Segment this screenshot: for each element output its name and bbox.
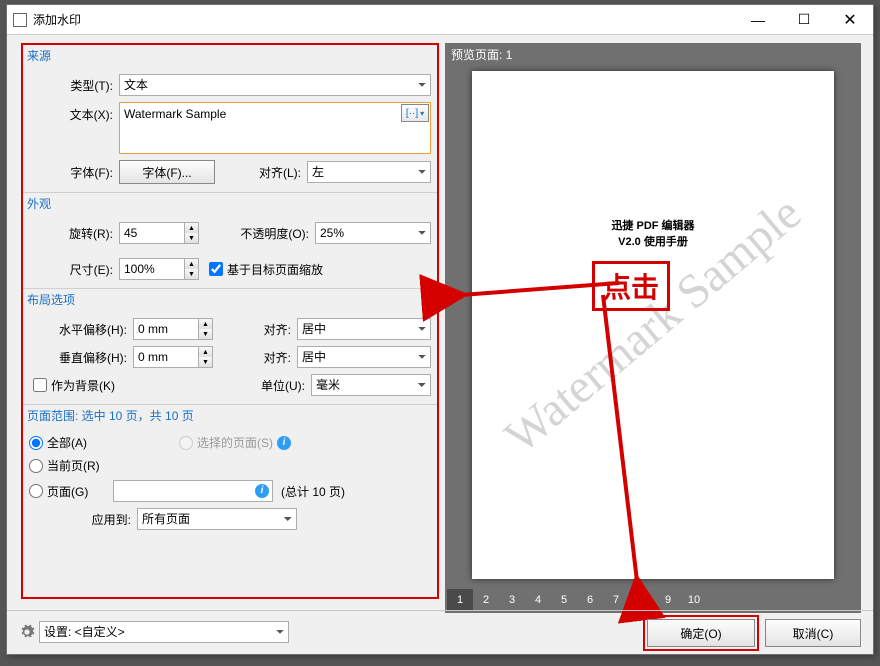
- rotate-spinner[interactable]: ▲▼: [119, 222, 199, 244]
- font-label: 字体(F):: [29, 164, 113, 181]
- cancel-button[interactable]: 取消(C): [765, 619, 861, 647]
- dialog-window: 添加水印 — ☐ ✕ 来源 类型(T): 文本 文本(X): Watermark…: [6, 4, 874, 655]
- app-icon: [13, 13, 27, 27]
- maximize-button[interactable]: ☐: [781, 5, 827, 35]
- page-tab[interactable]: 3: [499, 589, 525, 611]
- rotate-down[interactable]: ▼: [184, 233, 198, 243]
- scale-relative-checkbox[interactable]: [209, 262, 223, 276]
- preview-panel: 预览页面: 1 迅捷 PDF 编辑器 V2.0 使用手册 Watermark S…: [445, 43, 861, 613]
- page-viewport: 迅捷 PDF 编辑器 V2.0 使用手册 Watermark Sample 点击: [451, 65, 855, 585]
- gear-icon: [19, 624, 35, 640]
- text-label: 文本(X):: [29, 102, 113, 123]
- scale-label: 尺寸(E):: [29, 261, 113, 278]
- valign-select[interactable]: 居中: [297, 346, 431, 368]
- rotate-up[interactable]: ▲: [184, 223, 198, 233]
- info-icon: i: [277, 436, 291, 450]
- bottom-bar: 设置: <自定义> 确定(O) 取消(C): [7, 610, 873, 654]
- titlebar: 添加水印 — ☐ ✕: [7, 5, 873, 35]
- watermark-text-input[interactable]: Watermark Sample: [119, 102, 431, 154]
- page-tab[interactable]: 6: [577, 589, 603, 611]
- page-tab[interactable]: 8: [629, 589, 655, 611]
- group-range: 页面范围: 选中 10 页，共 10 页: [23, 405, 437, 426]
- callout-click: 点击: [592, 261, 670, 311]
- group-layout: 布局选项: [23, 289, 437, 310]
- unit-label: 单位(U):: [245, 377, 305, 394]
- page-tab[interactable]: 7: [603, 589, 629, 611]
- page-tab[interactable]: 4: [525, 589, 551, 611]
- type-select[interactable]: 文本: [119, 74, 431, 96]
- halign-select[interactable]: 居中: [297, 318, 431, 340]
- preview-page: 迅捷 PDF 编辑器 V2.0 使用手册 Watermark Sample 点击: [472, 71, 834, 579]
- text-align-label: 对齐(L):: [215, 164, 301, 181]
- range-pages-input[interactable]: [113, 480, 273, 502]
- info-icon: i: [255, 484, 269, 498]
- scale-up[interactable]: ▲: [184, 259, 198, 269]
- range-pages-radio[interactable]: [29, 484, 43, 498]
- voffset-spinner[interactable]: ▲▼: [133, 346, 213, 368]
- range-current-radio[interactable]: [29, 459, 43, 473]
- settings-panel: 来源 类型(T): 文本 文本(X): Watermark Sample [··…: [21, 43, 439, 599]
- apply-to-select[interactable]: 所有页面: [137, 508, 297, 530]
- close-button[interactable]: ✕: [827, 5, 873, 35]
- hoffset-label: 水平偏移(H):: [29, 321, 127, 338]
- group-source: 来源: [23, 45, 437, 66]
- macro-button[interactable]: [··]▾: [401, 104, 429, 122]
- settings-preset-select[interactable]: 设置: <自定义>: [39, 621, 289, 643]
- preview-title: 预览页面: 1: [445, 43, 861, 66]
- valign-label: 对齐:: [213, 349, 291, 366]
- page-tab[interactable]: 10: [681, 589, 707, 611]
- type-label: 类型(T):: [29, 77, 113, 94]
- ok-button[interactable]: 确定(O): [647, 619, 755, 647]
- halign-label: 对齐:: [213, 321, 291, 338]
- scale-relative-label: 基于目标页面缩放: [227, 261, 323, 278]
- scale-spinner[interactable]: ▲▼: [119, 258, 199, 280]
- as-background-checkbox[interactable]: [33, 378, 47, 392]
- page-tab[interactable]: 9: [655, 589, 681, 611]
- unit-select[interactable]: 毫米: [311, 374, 431, 396]
- as-background-label: 作为背景(K): [51, 377, 245, 394]
- total-pages-label: (总计 10 页): [281, 483, 345, 500]
- text-align-select[interactable]: 左: [307, 161, 431, 183]
- hoffset-spinner[interactable]: ▲▼: [133, 318, 213, 340]
- opacity-label: 不透明度(O):: [199, 225, 309, 242]
- opacity-select[interactable]: 25%: [315, 222, 431, 244]
- range-all-radio[interactable]: [29, 436, 43, 450]
- range-selected-radio: [179, 436, 193, 450]
- apply-to-label: 应用到:: [29, 511, 131, 528]
- minimize-button[interactable]: —: [735, 5, 781, 35]
- voffset-label: 垂直偏移(H):: [29, 349, 127, 366]
- font-button[interactable]: 字体(F)...: [119, 160, 215, 184]
- group-appearance: 外观: [23, 193, 437, 214]
- page-tab[interactable]: 2: [473, 589, 499, 611]
- page-tab[interactable]: 1: [447, 589, 473, 611]
- rotate-label: 旋转(R):: [29, 225, 113, 242]
- window-title: 添加水印: [33, 11, 735, 28]
- scale-down[interactable]: ▼: [184, 269, 198, 279]
- page-tab[interactable]: 5: [551, 589, 577, 611]
